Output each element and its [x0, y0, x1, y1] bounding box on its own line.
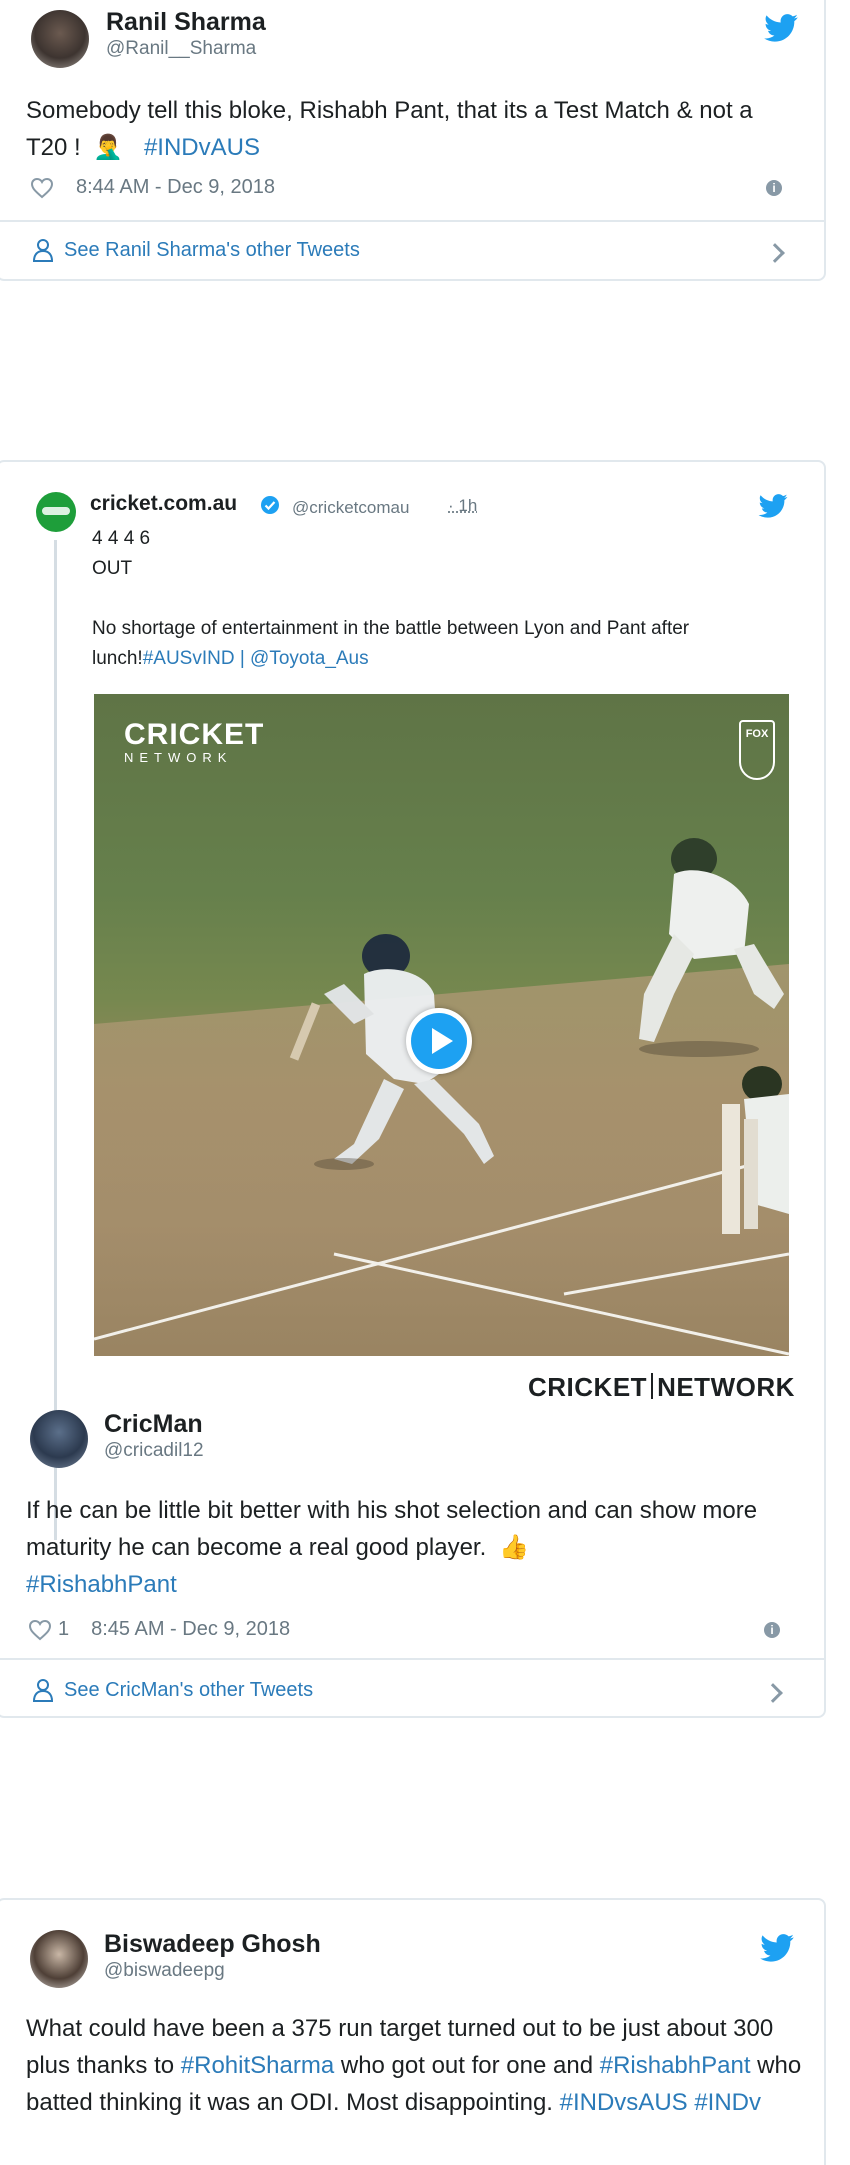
hashtag-link[interactable]: #RishabhPant [600, 2052, 751, 2079]
user-name[interactable]: Biswadeep Ghosh [104, 1930, 321, 1959]
heart-icon[interactable] [28, 1619, 52, 1641]
see-other-tweets-link[interactable]: See CricMan's other Tweets [32, 1678, 313, 1702]
chevron-right-icon[interactable] [763, 1683, 783, 1703]
like-count[interactable]: 1 [58, 1618, 69, 1641]
see-other-tweets-link[interactable]: See Ranil Sharma's other Tweets [32, 238, 360, 262]
tweet-body: Somebody tell this bloke, Rishabh Pant, … [26, 97, 753, 161]
tweet-text: If he can be little bit better with his … [26, 1492, 806, 1603]
tweet-body-b: who got out for one and [334, 2052, 600, 2079]
user-handle[interactable]: @cricadil12 [104, 1440, 204, 1462]
hashtag-link[interactable]: #INDvsAUS #INDv [560, 2089, 761, 2116]
twitter-bird-icon[interactable] [764, 14, 798, 42]
user-icon [32, 239, 54, 262]
avatar[interactable] [31, 10, 89, 68]
divider [0, 1658, 824, 1660]
hashtag-link[interactable]: #RohitSharma [181, 2052, 334, 2079]
video-thumbnail[interactable]: CRICKET NETWORK FOX [94, 694, 789, 1356]
tweet-card-ranil: Ranil Sharma @Ranil__Sharma Somebody tel… [0, 0, 826, 281]
hashtag-link[interactable]: #INDvAUS [144, 134, 260, 161]
user-name[interactable]: Ranil Sharma [106, 8, 266, 37]
video-brand-sub: NETWORK [124, 750, 233, 765]
info-icon[interactable]: i [766, 180, 782, 196]
quoted-line-scores: 4 4 4 6 [92, 528, 151, 549]
see-other-tweets-label: See Ranil Sharma's other Tweets [64, 238, 360, 261]
video-caption-b: NETWORK [657, 1372, 795, 1402]
quoted-tweet-age[interactable]: · 1h [448, 496, 477, 516]
avatar[interactable] [30, 1410, 88, 1468]
see-other-tweets-label: See CricMan's other Tweets [64, 1678, 314, 1701]
user-handle[interactable]: @biswadeepg [104, 1960, 225, 1982]
video-caption-separator [651, 1373, 654, 1399]
facepalm-emoji: 🤦‍♂️ [93, 134, 124, 161]
quoted-body-links[interactable]: #AUSvIND | @Toyota_Aus [143, 648, 369, 669]
play-button[interactable] [406, 1008, 472, 1074]
quoted-avatar[interactable] [36, 492, 76, 532]
hashtag-link[interactable]: #RishabhPant [26, 1571, 177, 1598]
tweet-meta: 1 8:45 AM - Dec 9, 2018 [28, 1618, 290, 1641]
quoted-user-handle[interactable]: @cricketcomau [292, 498, 409, 518]
tweet-card-biswadeep: Biswadeep Ghosh @biswadeepg What could h… [0, 1898, 826, 2165]
user-handle[interactable]: @Ranil__Sharma [106, 38, 256, 60]
tweet-text: What could have been a 375 run target tu… [26, 2010, 806, 2121]
fox-sports-logo: FOX [739, 720, 775, 780]
thumbs-up-emoji: 👍 [498, 1534, 529, 1561]
verified-badge-icon [261, 496, 279, 514]
tweet-body: If he can be little bit better with his … [26, 1497, 758, 1561]
thread-line [54, 540, 57, 1540]
tweet-card-cricman: cricket.com.au @cricketcomau · 1h 4 4 4 … [0, 460, 826, 1718]
info-icon[interactable]: i [764, 1622, 780, 1638]
tweet-text: Somebody tell this bloke, Rishabh Pant, … [26, 92, 796, 166]
heart-icon[interactable] [30, 177, 54, 199]
tweet-timestamp[interactable]: 8:45 AM - Dec 9, 2018 [91, 1618, 290, 1641]
play-icon [432, 1028, 453, 1054]
user-name[interactable]: CricMan [104, 1410, 203, 1439]
tweet-meta: 8:44 AM - Dec 9, 2018 [30, 176, 275, 199]
quoted-body: No shortage of entertainment in the batt… [92, 614, 792, 674]
tweet-timestamp[interactable]: 8:44 AM - Dec 9, 2018 [76, 176, 275, 199]
user-icon [32, 1679, 54, 1702]
divider [0, 220, 824, 222]
quoted-line-out: OUT [92, 558, 133, 579]
avatar[interactable] [30, 1930, 88, 1988]
fox-sports-logo-text: FOX [745, 728, 769, 740]
video-brand-logo: CRICKET NETWORK [124, 718, 264, 765]
twitter-bird-icon[interactable] [758, 494, 788, 518]
video-brand-main: CRICKET [124, 718, 265, 751]
video-caption: CRICKET NETWORK [528, 1372, 795, 1403]
twitter-bird-icon[interactable] [760, 1934, 794, 1962]
video-caption-a: CRICKET [528, 1372, 648, 1402]
chevron-right-icon[interactable] [765, 243, 785, 263]
quoted-user-name[interactable]: cricket.com.au [90, 492, 237, 516]
